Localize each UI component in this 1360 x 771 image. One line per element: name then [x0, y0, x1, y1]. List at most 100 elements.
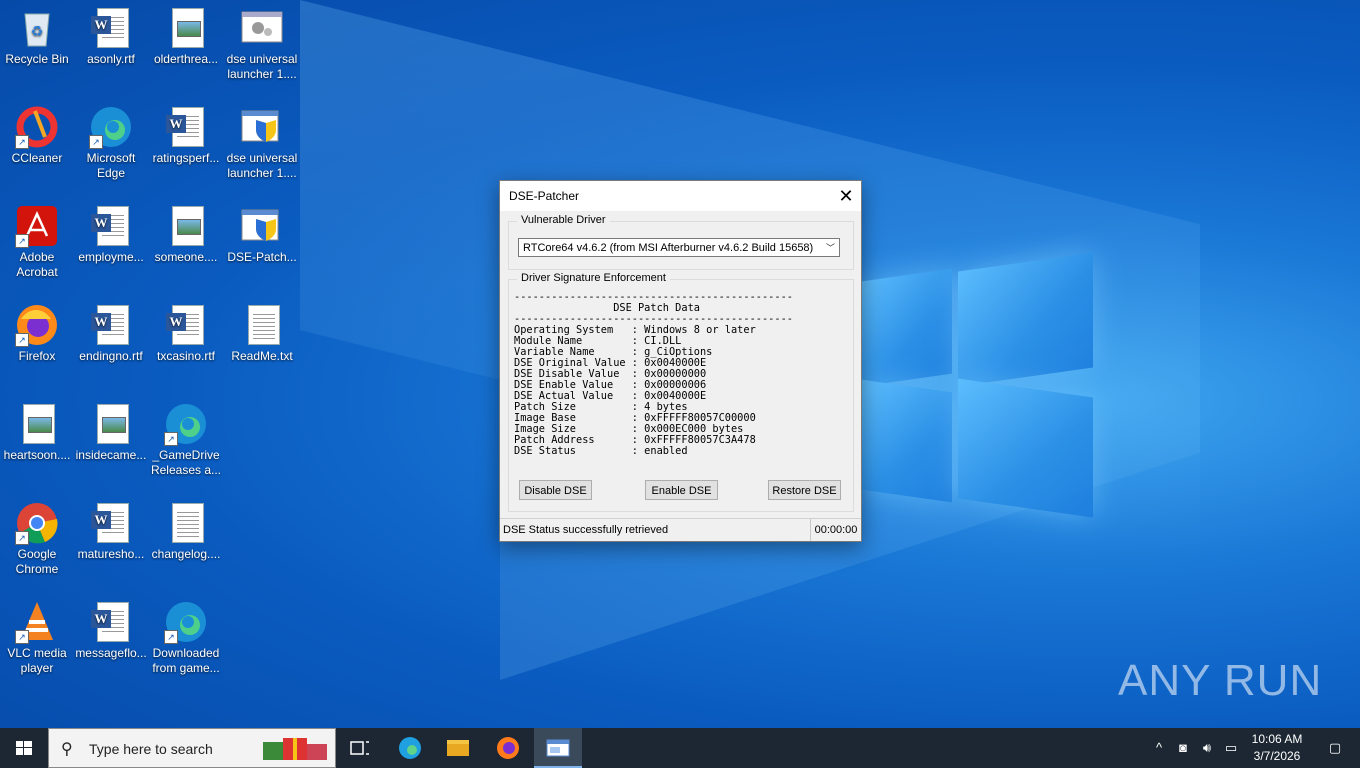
restore-dse-button[interactable]: Restore DSE: [768, 480, 841, 500]
desktop-icon[interactable]: ↗ Firefox: [0, 303, 74, 364]
desktop-icon-label: Google Chrome: [15, 547, 59, 576]
desktop-icon[interactable]: dse universal launcher 1....: [225, 105, 299, 181]
task-view-button[interactable]: [336, 728, 384, 768]
desktop-icon[interactable]: heartsoon....: [0, 402, 74, 463]
vulnerable-driver-label: Vulnerable Driver: [517, 214, 610, 226]
desktop-icon[interactable]: ♻ Recycle Bin: [0, 6, 74, 67]
status-bar: DSE Status successfully retrieved 00:00:…: [500, 518, 861, 541]
desktop-icon-label: ratingsperf...: [152, 151, 220, 165]
desktop-icon[interactable]: Wendingno.rtf: [74, 303, 148, 364]
taskbar-dse-patcher-button[interactable]: [534, 728, 582, 768]
desktop-icon[interactable]: ↗ Downloaded from game...: [149, 600, 223, 676]
vlc-icon: ↗: [15, 600, 59, 644]
driver-select[interactable]: RTCore64 v4.6.2 (from MSI Afterburner v4…: [518, 238, 840, 257]
desktop-icon[interactable]: someone....: [149, 204, 223, 265]
shortcut-arrow-icon: ↗: [164, 630, 178, 644]
meet-now-button[interactable]: ◙: [1172, 728, 1194, 768]
windows-logo-pane: [862, 268, 952, 387]
desktop-icon[interactable]: ReadMe.txt: [225, 303, 299, 364]
disable-dse-button[interactable]: Disable DSE: [519, 480, 592, 500]
volume-button[interactable]: 🔊︎: [1196, 728, 1218, 768]
desktop-icon[interactable]: DSE-Patch...: [225, 204, 299, 265]
firefox-icon: ↗: [15, 303, 59, 347]
ccleaner-icon: ↗: [15, 105, 59, 149]
dse-patcher-window: DSE-Patcher ✕ Vulnerable Driver RTCore64…: [499, 180, 862, 542]
desktop-icon[interactable]: Wratingsperf...: [149, 105, 223, 166]
dse-group: Driver Signature Enforcement -----------…: [508, 272, 854, 512]
shield-app-icon: [240, 105, 284, 149]
desktop-icon[interactable]: Wmaturesho...: [74, 501, 148, 562]
network-button[interactable]: ▭: [1220, 728, 1242, 768]
clock-date: 3/7/2026: [1253, 749, 1301, 763]
close-icon: ✕: [838, 186, 854, 206]
status-text: DSE Status successfully retrieved: [503, 524, 669, 536]
driver-select-value: RTCore64 v4.6.2 (from MSI Afterburner v4…: [523, 242, 814, 254]
edge-icon: ↗: [164, 402, 208, 446]
image-doc-icon: [89, 402, 133, 446]
taskbar-explorer-button[interactable]: [434, 728, 482, 768]
text-doc-icon: [164, 501, 208, 545]
patch-data-output: ----------------------------------------…: [514, 292, 793, 457]
shortcut-arrow-icon: ↗: [15, 333, 29, 347]
desktop-icon[interactable]: ↗ _GameDrive Releases a...: [149, 402, 223, 478]
acrobat-icon: ↗: [15, 204, 59, 248]
desktop-icon-label: Downloaded from game...: [152, 646, 220, 675]
app-window-icon: [546, 739, 570, 757]
network-icon: ▭: [1224, 740, 1238, 755]
desktop-icon-label: txcasino.rtf: [156, 349, 216, 363]
task-view-icon: [350, 741, 369, 755]
word-doc-icon: W: [89, 501, 133, 545]
desktop-icon[interactable]: ↗ CCleaner: [0, 105, 74, 166]
desktop-icon-label: Microsoft Edge: [86, 151, 136, 180]
shortcut-arrow-icon: ↗: [15, 234, 29, 248]
clock-time: 10:06 AM: [1251, 732, 1303, 746]
desktop-icon[interactable]: Wmessageflo...: [74, 600, 148, 661]
taskbar: ⚲ Type here to search ^ ◙ 🔊︎ ▭ 10:06 AM …: [0, 728, 1360, 768]
windows-logo-pane: [958, 378, 1093, 518]
close-button[interactable]: ✕: [831, 181, 861, 211]
dse-group-label: Driver Signature Enforcement: [517, 272, 670, 284]
desktop-icon-label: Adobe Acrobat: [16, 250, 58, 279]
image-doc-icon: [164, 204, 208, 248]
text-doc-icon: [240, 303, 284, 347]
desktop-icon[interactable]: Wemployme...: [74, 204, 148, 265]
desktop-icon[interactable]: Wasonly.rtf: [74, 6, 148, 67]
shortcut-arrow-icon: ↗: [15, 135, 29, 149]
shield-app-icon: [240, 204, 284, 248]
desktop-icon-label: asonly.rtf: [87, 52, 135, 66]
shortcut-arrow-icon: ↗: [15, 531, 29, 545]
chevron-down-icon: ﹀: [825, 243, 835, 253]
desktop-icon-label: someone....: [154, 250, 218, 264]
desktop-icon[interactable]: insidecame...: [74, 402, 148, 463]
enable-dse-button[interactable]: Enable DSE: [645, 480, 718, 500]
desktop-icon-label: changelog....: [151, 547, 221, 561]
desktop-icon[interactable]: ↗ VLC media player: [0, 600, 74, 676]
desktop-icon-label: maturesho...: [77, 547, 145, 561]
taskbar-search[interactable]: ⚲ Type here to search: [48, 728, 336, 768]
desktop-icon-label: endingno.rtf: [79, 349, 143, 363]
desktop-icon[interactable]: Wtxcasino.rtf: [149, 303, 223, 364]
firefox-icon: [497, 737, 519, 759]
start-button[interactable]: [0, 728, 48, 768]
clock[interactable]: 10:06 AM 3/7/2026: [1242, 731, 1312, 765]
desktop-icon[interactable]: olderthrea...: [149, 6, 223, 67]
desktop-icon[interactable]: changelog....: [149, 501, 223, 562]
title-bar[interactable]: DSE-Patcher ✕: [500, 181, 861, 211]
desktop-icon[interactable]: ↗ Google Chrome: [0, 501, 74, 577]
taskbar-firefox-button[interactable]: [484, 728, 532, 768]
desktop-icon-label: heartsoon....: [3, 448, 71, 462]
desktop-icon[interactable]: ↗ Adobe Acrobat: [0, 204, 74, 280]
desktop-icon-label: insidecame...: [75, 448, 147, 462]
recycle-bin-icon: ♻: [15, 6, 59, 50]
image-doc-icon: [164, 6, 208, 50]
taskbar-edge-button[interactable]: [386, 728, 434, 768]
desktop-icon-label: dse universal launcher 1....: [226, 52, 298, 81]
desktop-icon-label: messageflo...: [75, 646, 147, 660]
desktop-icon[interactable]: dse universal launcher 1....: [225, 6, 299, 82]
desktop-icon[interactable]: ↗ Microsoft Edge: [74, 105, 148, 181]
patch-data-line: DSE Status : enabled: [514, 445, 688, 457]
word-doc-icon: W: [89, 600, 133, 644]
notification-icon: ▢: [1328, 740, 1342, 755]
show-hidden-icons-button[interactable]: ^: [1150, 728, 1168, 768]
notifications-button[interactable]: ▢: [1318, 728, 1352, 768]
